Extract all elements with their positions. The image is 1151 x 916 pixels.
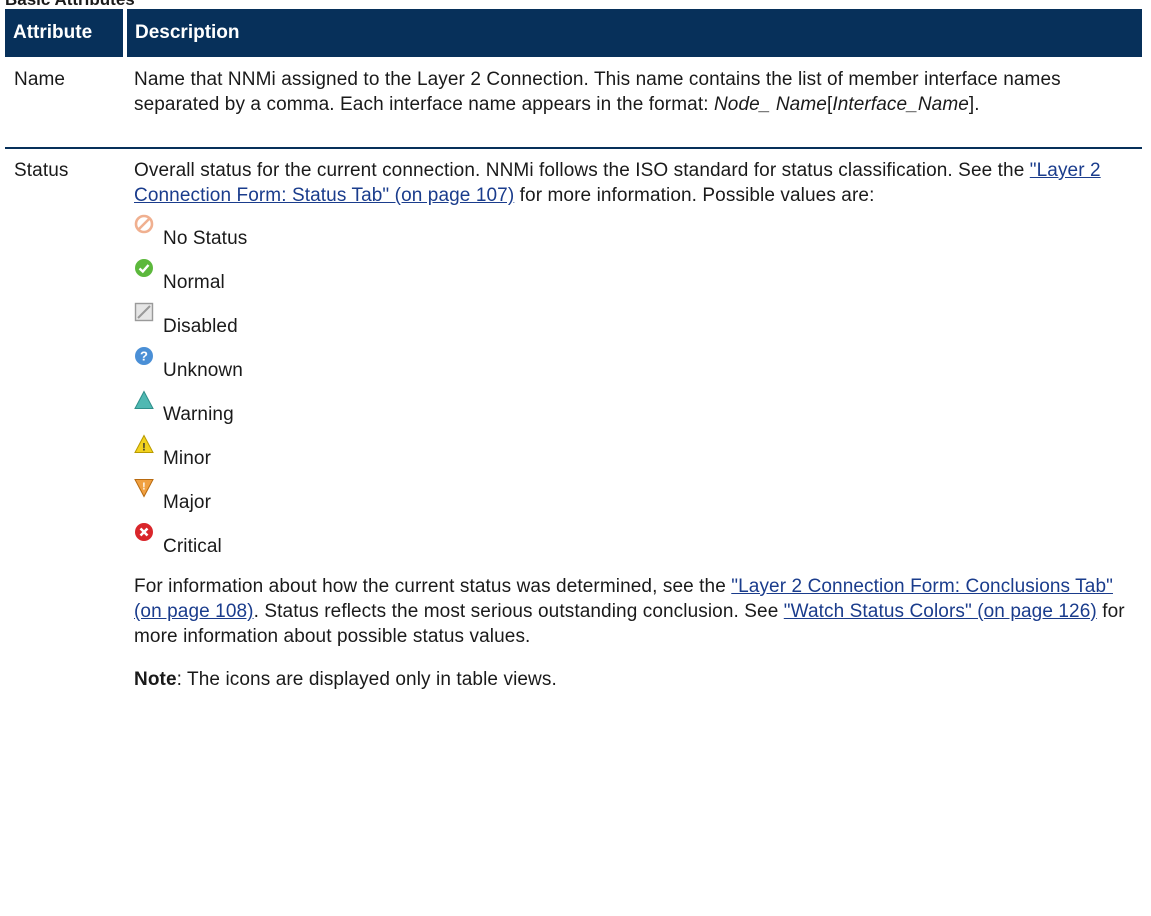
status-item-disabled: Disabled <box>134 302 1138 346</box>
name-description-cell: Name that NNMi assigned to the Layer 2 C… <box>125 57 1142 149</box>
bracket-close: ]. <box>968 94 980 115</box>
svg-text:!: ! <box>142 482 145 493</box>
status-item-major: ! Major <box>134 478 1138 522</box>
column-header-description: Description <box>125 9 1142 57</box>
table-row-name: Name Name that NNMi assigned to the Laye… <box>5 57 1142 149</box>
major-icon: ! <box>134 479 154 498</box>
attributes-table: Attribute Description Name Name that NNM… <box>5 9 1142 702</box>
unknown-icon: ? <box>135 347 153 365</box>
status-label: Disabled <box>163 316 238 337</box>
status-item-minor: ! Minor <box>134 434 1138 478</box>
status-label: Minor <box>163 448 212 469</box>
column-header-attribute: Attribute <box>5 9 127 57</box>
watch-status-colors-link[interactable]: "Watch Status Colors" (on page 126) <box>784 601 1097 622</box>
status-intro-text-2: for more information. Possible values ar… <box>514 185 875 206</box>
minor-icon: ! <box>134 434 154 454</box>
status-label: Critical <box>163 536 222 557</box>
disabled-icon <box>134 302 154 322</box>
status-label: Warning <box>163 404 234 425</box>
table-header-row: Attribute Description <box>5 9 1142 57</box>
status-description-cell: Overall status for the current connectio… <box>125 148 1142 702</box>
note-paragraph: Note: The icons are displayed only in ta… <box>134 667 1138 692</box>
status-intro-paragraph: Overall status for the current connectio… <box>134 158 1138 208</box>
warning-icon <box>134 390 154 409</box>
status-label: Major <box>163 492 212 513</box>
status-item-unknown: ? Unknown <box>134 346 1138 390</box>
status-label: Unknown <box>163 360 243 381</box>
note-label: Note <box>134 669 177 690</box>
status-label: No Status <box>163 228 248 249</box>
svg-text:?: ? <box>140 349 148 364</box>
status-determination-paragraph: For information about how the current st… <box>134 574 1138 649</box>
status-item-normal: Normal <box>134 258 1138 302</box>
status-item-critical: Critical <box>134 522 1138 566</box>
after-text-2: . Status reflects the most serious outst… <box>253 601 784 622</box>
interface-name-term: Interface_Name <box>832 94 969 115</box>
node-name-term: Node_ Name <box>713 94 827 115</box>
status-label: Normal <box>163 272 225 293</box>
note-text: : The icons are displayed only in table … <box>176 669 557 690</box>
status-item-warning: Warning <box>134 390 1138 434</box>
table-row-status: Status Overall status for the current co… <box>5 148 1142 702</box>
critical-icon <box>135 523 153 541</box>
attribute-status-cell: Status <box>14 160 69 181</box>
status-intro-text: Overall status for the current connectio… <box>134 160 1030 181</box>
after-text-1: For information about how the current st… <box>134 576 732 597</box>
attribute-name-cell: Name <box>5 57 125 149</box>
no-status-icon <box>134 214 154 234</box>
status-values-list: No Status Normal Disabled ? Unknown Warn… <box>134 214 1138 566</box>
status-item-no-status: No Status <box>134 214 1138 258</box>
svg-text:!: ! <box>142 442 146 454</box>
normal-icon <box>135 259 153 277</box>
